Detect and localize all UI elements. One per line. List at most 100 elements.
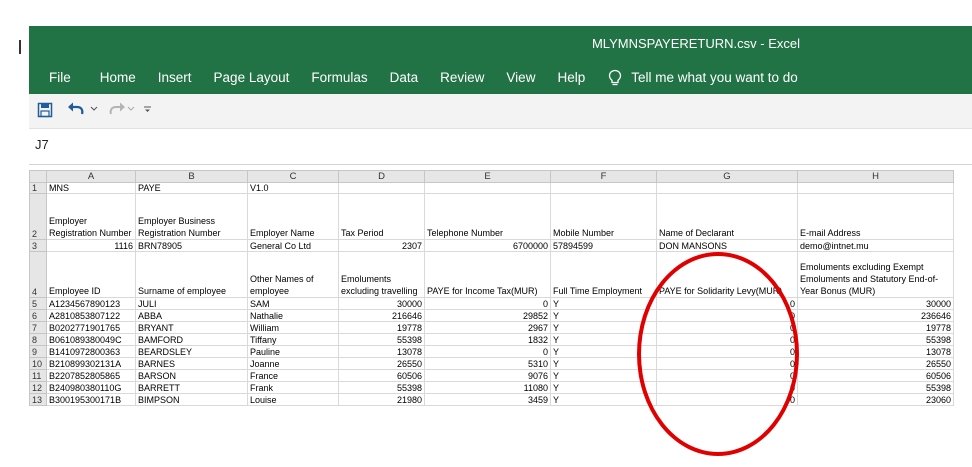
cell[interactable]: 55398 xyxy=(797,333,954,346)
cell[interactable]: Telephone Number xyxy=(424,193,551,240)
column-header[interactable]: H xyxy=(797,170,954,183)
cell[interactable]: demo@intnet.mu xyxy=(797,239,954,252)
cell[interactable]: B300195300171B xyxy=(46,393,136,406)
cell[interactable] xyxy=(424,182,551,194)
cell[interactable]: PAYE for Income Tax(MUR) xyxy=(424,251,551,298)
cell[interactable]: Other Names of employee xyxy=(247,251,339,298)
undo-dropdown-icon[interactable] xyxy=(90,106,98,112)
cell[interactable]: E-mail Address xyxy=(797,193,954,240)
column-header[interactable]: G xyxy=(656,170,798,183)
cell[interactable]: 21980 xyxy=(338,393,425,406)
cell[interactable]: DON MANSONS xyxy=(656,239,798,252)
cell[interactable]: B061089380049C xyxy=(46,333,136,346)
redo-dropdown-icon[interactable] xyxy=(127,106,135,112)
cell[interactable]: Frank xyxy=(247,381,339,394)
cell[interactable]: Y xyxy=(550,333,657,346)
cell[interactable]: A1234567890123 xyxy=(46,297,136,310)
cell[interactable]: Y xyxy=(550,357,657,370)
cell[interactable]: 55398 xyxy=(338,333,425,346)
row-header[interactable]: 2 xyxy=(29,193,47,240)
cell[interactable]: 0 xyxy=(424,297,551,310)
cell[interactable]: Employer Registration Number xyxy=(46,193,136,240)
cell[interactable]: Louise xyxy=(247,393,339,406)
cell[interactable]: Y xyxy=(550,381,657,394)
cell[interactable]: Employer Business Registration Number xyxy=(135,193,248,240)
cell[interactable]: BAMFORD xyxy=(135,333,248,346)
row-header[interactable]: 7 xyxy=(29,321,47,334)
cell[interactable]: 13078 xyxy=(797,345,954,358)
tell-me-search[interactable]: Tell me what you want to do xyxy=(607,69,798,87)
row-header[interactable]: 12 xyxy=(29,381,47,394)
name-box[interactable]: J7 xyxy=(35,137,49,152)
column-header[interactable]: A xyxy=(46,170,136,183)
cell[interactable]: BIMPSON xyxy=(135,393,248,406)
cell[interactable]: 30000 xyxy=(338,297,425,310)
row-header[interactable]: 6 xyxy=(29,309,47,322)
cell[interactable]: 0 xyxy=(656,345,798,358)
cell[interactable]: B210899302131A xyxy=(46,357,136,370)
cell[interactable]: 30000 xyxy=(797,297,954,310)
tab-help[interactable]: Help xyxy=(557,70,585,85)
cell[interactable]: Tax Period xyxy=(338,193,425,240)
cell[interactable]: 2967 xyxy=(424,321,551,334)
cell[interactable]: Nathalie xyxy=(247,309,339,322)
cell[interactable]: 0 xyxy=(424,345,551,358)
customize-toolbar-icon[interactable] xyxy=(143,105,152,114)
cell[interactable]: Name of Declarant xyxy=(656,193,798,240)
redo-icon[interactable] xyxy=(106,101,126,119)
tab-home[interactable]: Home xyxy=(100,70,136,85)
column-header[interactable]: D xyxy=(338,170,425,183)
save-icon[interactable] xyxy=(37,102,53,118)
cell[interactable]: 1832 xyxy=(424,333,551,346)
row-header[interactable]: 3 xyxy=(29,239,47,252)
cell[interactable]: B0202771901765 xyxy=(46,321,136,334)
tab-review[interactable]: Review xyxy=(440,70,484,85)
cell[interactable]: 11080 xyxy=(424,381,551,394)
cell[interactable]: 0 xyxy=(656,309,798,322)
cell[interactable]: Mobile Number xyxy=(550,193,657,240)
cell[interactable]: 6700000 xyxy=(424,239,551,252)
cell[interactable]: France xyxy=(247,369,339,382)
row-header[interactable]: 10 xyxy=(29,357,47,370)
cell[interactable]: Y xyxy=(550,297,657,310)
cell[interactable]: BRN78905 xyxy=(135,239,248,252)
cell[interactable]: JULI xyxy=(135,297,248,310)
cell[interactable]: Full Time Employment xyxy=(550,251,657,298)
cell[interactable]: 57894599 xyxy=(550,239,657,252)
row-header[interactable]: 13 xyxy=(29,393,47,406)
cell[interactable]: 9076 xyxy=(424,369,551,382)
column-header[interactable]: F xyxy=(550,170,657,183)
cell[interactable]: 55398 xyxy=(797,381,954,394)
cell[interactable]: BARNES xyxy=(135,357,248,370)
cell[interactable]: PAYE xyxy=(135,182,248,194)
cell[interactable]: 29852 xyxy=(424,309,551,322)
column-header[interactable]: E xyxy=(424,170,551,183)
cell[interactable]: Emoluments excluding travelling xyxy=(338,251,425,298)
cell[interactable]: Employee ID xyxy=(46,251,136,298)
cell[interactable]: Employer Name xyxy=(247,193,339,240)
cell[interactable]: A2810853807122 xyxy=(46,309,136,322)
cell[interactable]: 0 xyxy=(656,381,798,394)
cell[interactable] xyxy=(550,182,657,194)
cell[interactable] xyxy=(797,182,954,194)
undo-icon[interactable] xyxy=(67,101,89,119)
cell[interactable]: 236646 xyxy=(797,309,954,322)
tab-insert[interactable]: Insert xyxy=(158,70,192,85)
tab-formulas[interactable]: Formulas xyxy=(311,70,367,85)
row-header[interactable]: 11 xyxy=(29,369,47,382)
cell[interactable]: B1410972800363 xyxy=(46,345,136,358)
row-header[interactable]: 5 xyxy=(29,297,47,310)
cell[interactable]: 0 xyxy=(656,369,798,382)
cell[interactable]: Emoluments excluding Exempt Emoluments a… xyxy=(797,251,954,298)
select-all-corner[interactable] xyxy=(29,170,47,183)
cell[interactable]: BARSON xyxy=(135,369,248,382)
cell[interactable]: B240980380110G xyxy=(46,381,136,394)
cell[interactable]: Y xyxy=(550,345,657,358)
cell[interactable]: Y xyxy=(550,393,657,406)
cell[interactable]: 19778 xyxy=(338,321,425,334)
cell[interactable]: 5310 xyxy=(424,357,551,370)
row-header[interactable]: 9 xyxy=(29,345,47,358)
cell[interactable]: 0 xyxy=(656,357,798,370)
column-header[interactable]: B xyxy=(135,170,248,183)
cell[interactable]: 216646 xyxy=(338,309,425,322)
